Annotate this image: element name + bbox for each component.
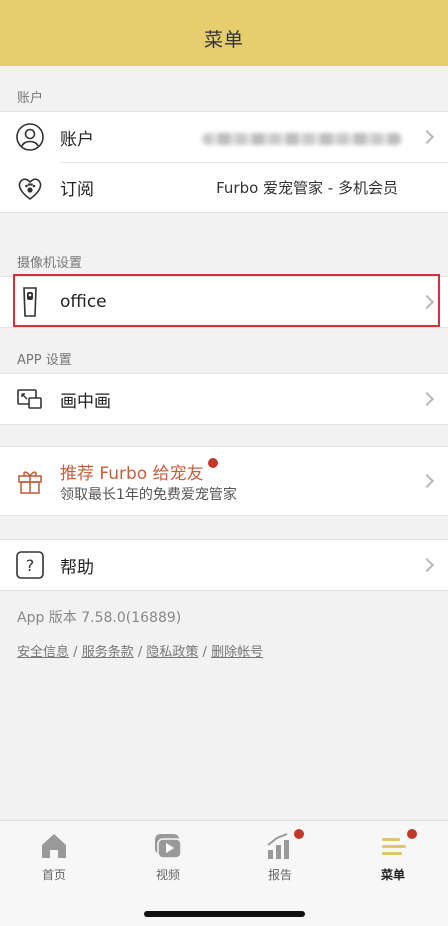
referral-title: 推荐 Furbo 给宠友 xyxy=(60,464,204,484)
picture-in-picture-icon xyxy=(15,384,45,414)
notification-dot xyxy=(407,829,417,839)
home-indicator xyxy=(144,911,305,917)
section-label-camera: 摄像机设置 xyxy=(17,256,83,271)
link-terms[interactable]: 服务条款 xyxy=(82,645,134,660)
pip-label: 画中画 xyxy=(60,391,111,412)
pip-row[interactable]: 画中画 xyxy=(0,374,448,424)
menu-icon xyxy=(378,831,408,861)
video-icon xyxy=(153,831,183,861)
chevron-right-icon xyxy=(419,294,435,310)
camera-name: office xyxy=(60,292,107,312)
tab-menu[interactable]: 菜单 xyxy=(353,829,433,891)
account-row[interactable]: 账户 xyxy=(0,112,448,162)
tab-label: 视频 xyxy=(155,868,180,882)
help-label: 帮助 xyxy=(60,557,94,578)
app-group: 画中画 xyxy=(0,373,448,425)
chevron-right-icon xyxy=(419,129,435,145)
report-chart-icon xyxy=(265,831,295,861)
gift-icon xyxy=(15,466,45,496)
link-delete-account[interactable]: 删除帐号 xyxy=(211,645,263,660)
user-icon xyxy=(15,122,45,152)
section-label-account: 账户 xyxy=(17,91,44,106)
help-group: ? 帮助 xyxy=(0,539,448,591)
account-label: 账户 xyxy=(60,129,94,150)
page-title: 菜单 xyxy=(203,29,244,51)
home-icon xyxy=(39,831,69,861)
paw-heart-icon xyxy=(15,173,45,203)
subscription-label: 订阅 xyxy=(60,180,94,200)
question-icon: ? xyxy=(15,550,45,580)
referral-row[interactable]: 推荐 Furbo 给宠友 领取最长1年的免费爱宠管家 xyxy=(0,447,448,515)
tab-report[interactable]: 报告 xyxy=(240,829,320,891)
link-separator: / xyxy=(202,645,207,660)
account-email-blurred xyxy=(202,131,402,149)
camera-group: office xyxy=(0,276,448,328)
svg-text:?: ? xyxy=(26,556,35,575)
referral-subtitle: 领取最长1年的免费爱宠管家 xyxy=(60,487,237,503)
link-privacy[interactable]: 隐私政策 xyxy=(146,645,198,660)
camera-row-office[interactable]: office xyxy=(0,277,448,327)
account-group: 账户 订阅 Furbo 爱宠管家 - 多机会员 xyxy=(0,111,448,213)
subscription-row[interactable]: 订阅 Furbo 爱宠管家 - 多机会员 xyxy=(18,162,448,212)
camera-device-icon xyxy=(15,287,45,317)
tab-label: 菜单 xyxy=(380,868,405,882)
link-security-info[interactable]: 安全信息 xyxy=(17,645,69,660)
chevron-right-icon xyxy=(419,391,435,407)
section-label-app: APP 设置 xyxy=(17,353,72,368)
chevron-right-icon xyxy=(419,557,435,573)
header-bar: 菜单 xyxy=(0,0,448,66)
notification-dot xyxy=(294,829,304,839)
tab-home[interactable]: 首页 xyxy=(14,831,94,891)
subscription-plan: Furbo 爱宠管家 - 多机会员 xyxy=(216,179,398,197)
notification-dot xyxy=(208,458,218,468)
tab-video[interactable]: 视频 xyxy=(128,831,208,891)
tab-label: 报告 xyxy=(267,868,292,882)
help-row[interactable]: ? 帮助 xyxy=(0,540,448,590)
footer-links: 安全信息 / 服务条款 / 隐私政策 / 删除帐号 xyxy=(17,641,263,660)
link-separator: / xyxy=(137,645,143,660)
tab-label: 首页 xyxy=(41,868,66,882)
chevron-right-icon xyxy=(419,473,435,489)
referral-group: 推荐 Furbo 给宠友 领取最长1年的免费爱宠管家 xyxy=(0,446,448,516)
app-version: App 版本 7.58.0(16889) xyxy=(17,610,182,626)
link-separator: / xyxy=(73,645,78,660)
